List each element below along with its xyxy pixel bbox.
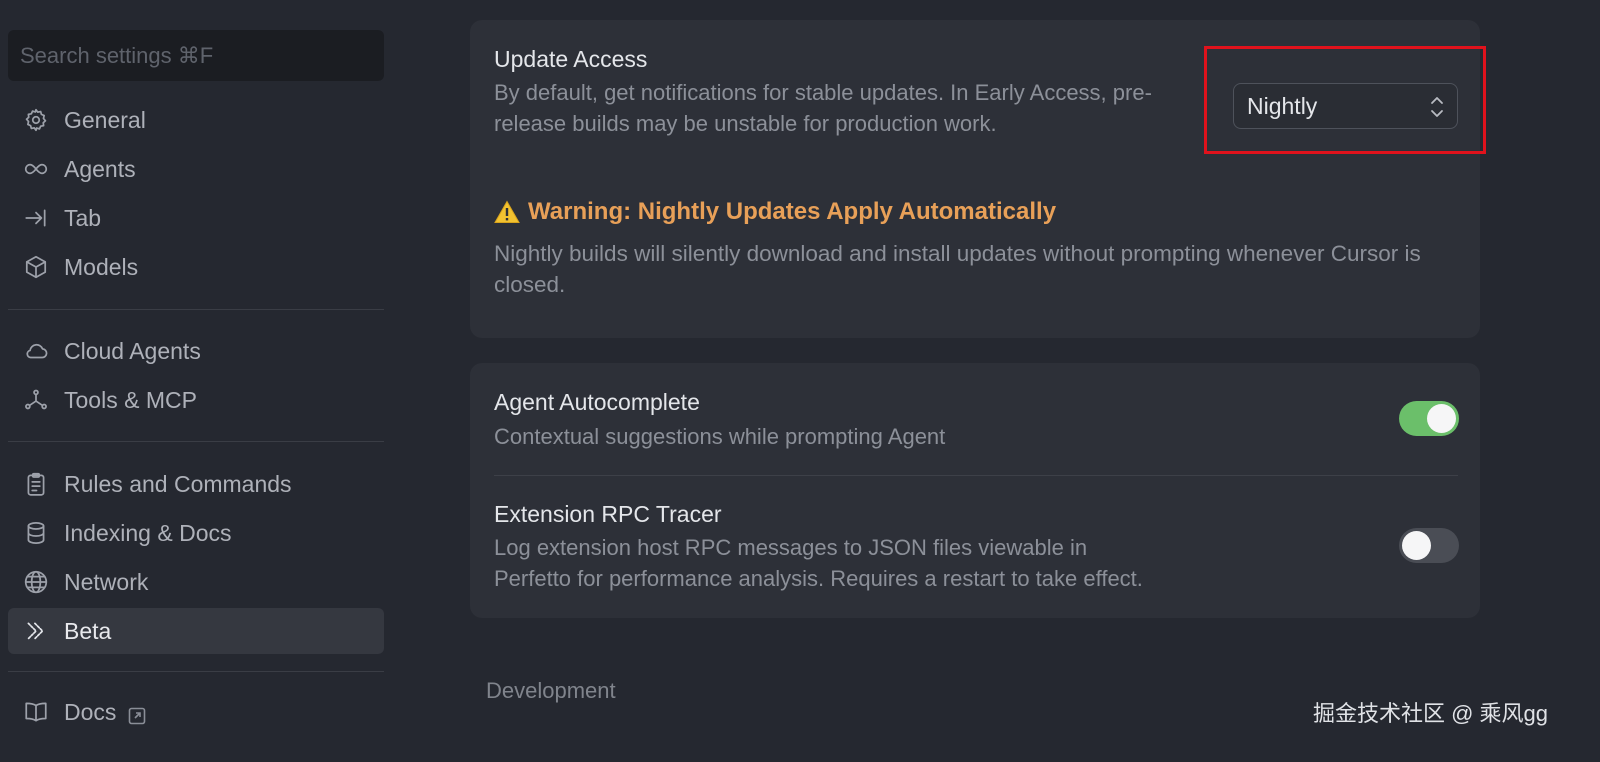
sidebar-item-label: Tab (64, 204, 102, 231)
warning-header: Warning: Nightly Updates Apply Automatic… (494, 198, 1056, 226)
select-value: Nightly (1247, 92, 1318, 119)
sidebar-item-label: Tools & MCP (64, 386, 197, 413)
rpc-tracer-description: Log extension host RPC messages to JSON … (494, 535, 1143, 591)
sidebar-divider (8, 441, 384, 442)
warning-description: Nightly builds will silently download an… (494, 241, 1421, 297)
section-heading-development: Development (486, 678, 616, 703)
book-icon (22, 698, 50, 726)
infinity-icon (22, 155, 50, 183)
sidebar-divider (8, 309, 384, 310)
agent-autocomplete-title: Agent Autocomplete (494, 389, 700, 415)
agent-autocomplete-toggle[interactable] (1399, 401, 1459, 436)
sidebar-divider (8, 671, 384, 672)
sidebar-item-agents[interactable]: Agents (8, 146, 384, 192)
agent-autocomplete-description: Contextual suggestions while prompting A… (494, 424, 946, 449)
sidebar-item-label: Rules and Commands (64, 470, 292, 497)
chevron-up-down-icon (1427, 94, 1447, 120)
sidebar-item-label: Network (64, 568, 149, 595)
gear-icon (22, 106, 50, 134)
update-access-description: By default, get notifications for stable… (494, 80, 1152, 136)
search-input[interactable] (20, 42, 384, 69)
cloud-icon (22, 337, 50, 365)
watermark: 掘金技术社区 @ 乘风gg (1312, 701, 1548, 726)
sidebar-item-label: General (64, 106, 146, 133)
settings-window: General Agents Tab Models Cloud Ag (0, 0, 1600, 762)
sidebar-item-docs[interactable]: Docs (8, 689, 384, 735)
sidebar-item-label: Cloud Agents (64, 337, 201, 364)
update-access-title: Update Access (494, 46, 648, 72)
clipboard-icon (22, 470, 50, 498)
sidebar-item-label: Agents (64, 155, 136, 182)
toggle-knob (1427, 404, 1456, 433)
sidebar: General Agents Tab Models Cloud Ag (0, 0, 392, 762)
sidebar-item-tab[interactable]: Tab (8, 195, 384, 241)
database-icon (22, 519, 50, 547)
sidebar-item-label-docs: Docs (64, 699, 146, 726)
tab-arrow-icon (22, 204, 50, 232)
toggle-knob (1402, 531, 1431, 560)
sidebar-item-indexing-docs[interactable]: Indexing & Docs (8, 510, 384, 556)
sidebar-item-beta[interactable]: Beta (8, 608, 384, 654)
sidebar-item-models[interactable]: Models (8, 244, 384, 290)
globe-icon (22, 568, 50, 596)
cube-icon (22, 253, 50, 281)
sidebar-item-network[interactable]: Network (8, 559, 384, 605)
beta-features-card: Agent Autocomplete Contextual suggestion… (470, 363, 1480, 618)
search-box[interactable] (8, 30, 384, 81)
card-divider (494, 475, 1458, 476)
rpc-tracer-title: Extension RPC Tracer (494, 501, 722, 527)
sidebar-item-label: Indexing & Docs (64, 519, 232, 546)
rpc-tracer-toggle[interactable] (1399, 528, 1459, 563)
sidebar-item-label: Docs (64, 698, 117, 725)
nodes-icon (22, 386, 50, 414)
chevrons-icon (22, 617, 50, 645)
update-access-select[interactable]: Nightly (1233, 83, 1458, 129)
sidebar-item-cloud-agents[interactable]: Cloud Agents (8, 328, 384, 374)
sidebar-item-tools-mcp[interactable]: Tools & MCP (8, 377, 384, 423)
external-link-icon (128, 704, 146, 725)
sidebar-item-general[interactable]: General (8, 97, 384, 143)
warning-title: Warning: Nightly Updates Apply Automatic… (528, 198, 1057, 225)
sidebar-item-label: Beta (64, 617, 112, 644)
sidebar-item-rules-commands[interactable]: Rules and Commands (8, 461, 384, 507)
update-access-card: Update Access By default, get notificati… (470, 20, 1486, 338)
warning-icon (494, 200, 520, 223)
sidebar-item-label: Models (64, 253, 139, 280)
